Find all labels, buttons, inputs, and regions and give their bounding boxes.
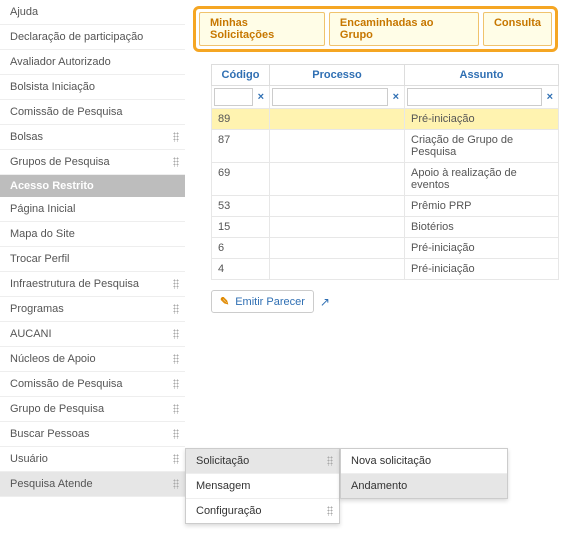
cell-assunto: Criação de Grupo de Pesquisa	[405, 130, 559, 163]
sidebar-item[interactable]: Página Inicial	[0, 197, 185, 222]
cell-codigo: 4	[212, 259, 270, 280]
tabs-container: Minhas SolicitaçõesEncaminhadas ao Grupo…	[193, 6, 558, 52]
submenu-item[interactable]: Configuração	[186, 499, 339, 523]
sidebar-item[interactable]: Comissão de Pesquisa	[0, 100, 185, 125]
filter-processo-clear[interactable]: ×	[390, 91, 402, 103]
cell-codigo: 87	[212, 130, 270, 163]
sidebar-item[interactable]: Bolsas	[0, 125, 185, 150]
submenu-item[interactable]: Solicitação	[186, 449, 339, 474]
sidebar-item-label: Núcleos de Apoio	[10, 353, 96, 365]
cell-processo	[270, 196, 405, 217]
table-row[interactable]: 87 Criação de Grupo de Pesquisa	[212, 130, 559, 163]
sidebar-item[interactable]: Declaração de participação	[0, 25, 185, 50]
sidebar-section-header: Acesso Restrito	[0, 175, 185, 197]
pencil-icon: ✎	[220, 295, 229, 308]
submenu-item[interactable]: Mensagem	[186, 474, 339, 499]
sidebar-item-label: Comissão de Pesquisa	[10, 106, 123, 118]
sidebar-item[interactable]: Trocar Perfil	[0, 247, 185, 272]
filter-processo-input[interactable]	[272, 88, 388, 106]
sidebar-item[interactable]: Ajuda	[0, 0, 185, 25]
table-row[interactable]: 69 Apoio à realização de eventos	[212, 163, 559, 196]
popout-icon[interactable]: ↗	[320, 295, 330, 309]
table-row[interactable]: 4 Pré-iniciação	[212, 259, 559, 280]
sidebar-item[interactable]: Avaliador Autorizado	[0, 50, 185, 75]
sidebar-item[interactable]: Usuário	[0, 447, 185, 472]
submenu-level2: Nova solicitaçãoAndamento	[340, 448, 508, 499]
sidebar-item[interactable]: Grupo de Pesquisa	[0, 397, 185, 422]
tab[interactable]: Minhas Solicitações	[199, 12, 325, 46]
sidebar-item-label: Comissão de Pesquisa	[10, 378, 123, 390]
cell-codigo: 53	[212, 196, 270, 217]
cell-processo	[270, 163, 405, 196]
sidebar-item[interactable]: Pesquisa Atende	[0, 472, 185, 497]
col-header-codigo[interactable]: Código	[212, 65, 270, 86]
cell-assunto: Apoio à realização de eventos	[405, 163, 559, 196]
sidebar-item-label: Pesquisa Atende	[10, 478, 93, 490]
solicitacoes-table: Código Processo Assunto × × × 89 Pré-inic…	[211, 64, 559, 280]
cell-processo	[270, 109, 405, 130]
sidebar-item[interactable]: AUCANI	[0, 322, 185, 347]
cell-assunto: Pré-iniciação	[405, 109, 559, 130]
sidebar-item[interactable]: Núcleos de Apoio	[0, 347, 185, 372]
filter-codigo-clear[interactable]: ×	[255, 91, 267, 103]
table-row[interactable]: 6 Pré-iniciação	[212, 238, 559, 259]
cell-processo	[270, 259, 405, 280]
sidebar-item-label: Infraestrutura de Pesquisa	[10, 278, 139, 290]
submenu-item[interactable]: Andamento	[341, 474, 507, 498]
table-row[interactable]: 15 Biotérios	[212, 217, 559, 238]
col-header-processo[interactable]: Processo	[270, 65, 405, 86]
cell-processo	[270, 238, 405, 259]
cell-assunto: Pré-iniciação	[405, 238, 559, 259]
sidebar-item-label: Usuário	[10, 453, 48, 465]
cell-assunto: Pré-iniciação	[405, 259, 559, 280]
sidebar-item-label: Bolsista Iniciação	[10, 81, 95, 93]
cell-processo	[270, 217, 405, 238]
emitir-parecer-label: Emitir Parecer	[235, 296, 305, 308]
sidebar-item[interactable]: Comissão de Pesquisa	[0, 372, 185, 397]
cell-codigo: 69	[212, 163, 270, 196]
sidebar-item-label: Grupos de Pesquisa	[10, 156, 110, 168]
sidebar-item-label: Bolsas	[10, 131, 43, 143]
sidebar-item-label: Declaração de participação	[10, 31, 143, 43]
sidebar-item-label: Trocar Perfil	[10, 253, 70, 265]
submenu-item[interactable]: Nova solicitação	[341, 449, 507, 474]
col-header-assunto[interactable]: Assunto	[405, 65, 559, 86]
tab[interactable]: Encaminhadas ao Grupo	[329, 12, 479, 46]
filter-assunto-input[interactable]	[407, 88, 542, 106]
cell-codigo: 6	[212, 238, 270, 259]
sidebar-item[interactable]: Grupos de Pesquisa	[0, 150, 185, 175]
cell-assunto: Biotérios	[405, 217, 559, 238]
sidebar-item[interactable]: Mapa do Site	[0, 222, 185, 247]
sidebar-item[interactable]: Bolsista Iniciação	[0, 75, 185, 100]
sidebar-item[interactable]: Programas	[0, 297, 185, 322]
cell-codigo: 89	[212, 109, 270, 130]
sidebar-item-label: Mapa do Site	[10, 228, 75, 240]
table-row[interactable]: 53 Prêmio PRP	[212, 196, 559, 217]
cell-processo	[270, 130, 405, 163]
tab[interactable]: Consulta	[483, 12, 552, 46]
sidebar-item-label: Ajuda	[10, 6, 38, 18]
sidebar: Ajuda Declaração de participação Avaliador…	[0, 0, 185, 537]
cell-codigo: 15	[212, 217, 270, 238]
sidebar-item[interactable]: Infraestrutura de Pesquisa	[0, 272, 185, 297]
sidebar-item[interactable]: Buscar Pessoas	[0, 422, 185, 447]
sidebar-item-label: Página Inicial	[10, 203, 75, 215]
cell-assunto: Prêmio PRP	[405, 196, 559, 217]
sidebar-item-label: Grupo de Pesquisa	[10, 403, 104, 415]
filter-codigo-input[interactable]	[214, 88, 253, 106]
emitir-parecer-button[interactable]: ✎ Emitir Parecer	[211, 290, 314, 313]
sidebar-item-label: Avaliador Autorizado	[10, 56, 111, 68]
filter-assunto-clear[interactable]: ×	[544, 91, 556, 103]
sidebar-item-label: Buscar Pessoas	[10, 428, 89, 440]
sidebar-item-label: Programas	[10, 303, 64, 315]
table-row[interactable]: 89 Pré-iniciação	[212, 109, 559, 130]
sidebar-item-label: AUCANI	[10, 328, 52, 340]
submenu-level1: SolicitaçãoMensagemConfiguração	[185, 448, 340, 524]
